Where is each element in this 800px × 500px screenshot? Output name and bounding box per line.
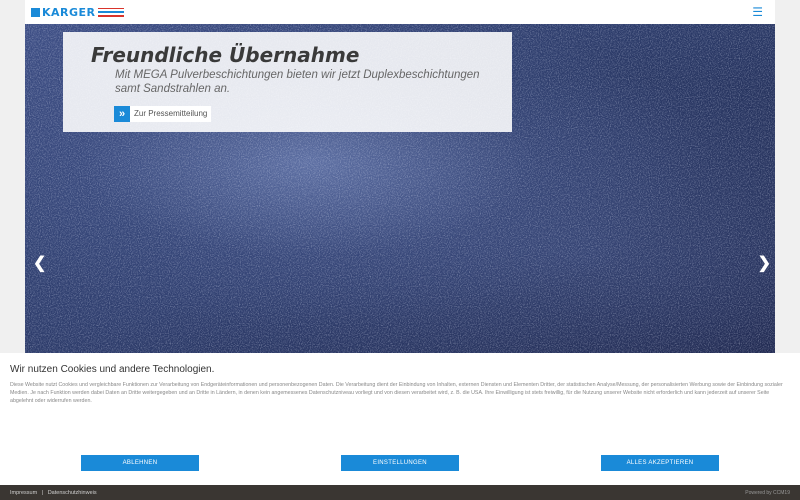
logo-square bbox=[31, 7, 40, 17]
double-chevron-right-icon: » bbox=[114, 106, 130, 122]
logo-stripe-blue bbox=[97, 11, 124, 13]
impressum-link[interactable]: Impressum bbox=[10, 490, 37, 496]
powered-by: Powered by CCM19 bbox=[745, 489, 790, 496]
cookie-text: Diese Website nutzt Cookies und vergleic… bbox=[10, 382, 783, 404]
settings-button[interactable]: EINSTELLUNGEN bbox=[341, 455, 459, 471]
slide-title: Freundliche Übernahme bbox=[91, 43, 360, 67]
press-release-label: Zur Pressemitteilung bbox=[134, 109, 208, 118]
page: KARGER ☰ Freundliche Übernahme Mit MEGA … bbox=[0, 0, 800, 500]
cookie-footer: Impressum | Datenschutzhinweis Powered b… bbox=[0, 485, 800, 500]
privacy-link[interactable]: Datenschutzhinweis bbox=[48, 490, 97, 496]
accept-all-button[interactable]: ALLES AKZEPTIEREN bbox=[601, 455, 719, 471]
chevron-right-icon[interactable]: ❯ bbox=[758, 256, 771, 272]
logo-stripes bbox=[97, 7, 124, 18]
press-release-link[interactable]: » Zur Pressemitteilung bbox=[114, 106, 212, 122]
site-header: KARGER ☰ bbox=[25, 0, 775, 24]
karger-logo[interactable]: KARGER bbox=[31, 5, 124, 19]
footer-links: Impressum | Datenschutzhinweis bbox=[10, 490, 97, 496]
logo-stripe-red bbox=[97, 7, 124, 10]
hero-slider: Freundliche Übernahme Mit MEGA Pulverbes… bbox=[25, 24, 775, 354]
hamburger-menu-icon[interactable]: ☰ bbox=[752, 6, 763, 18]
cookie-banner: Wir nutzen Cookies und andere Technologi… bbox=[0, 353, 800, 485]
cookie-title: Wir nutzen Cookies und andere Technologi… bbox=[10, 364, 215, 375]
logo-text: KARGER bbox=[42, 5, 96, 19]
logo-stripe-red bbox=[97, 14, 124, 17]
slide-caption: Freundliche Übernahme Mit MEGA Pulverbes… bbox=[63, 32, 512, 132]
footer-separator: | bbox=[41, 489, 44, 496]
decline-button[interactable]: ABLEHNEN bbox=[81, 455, 199, 471]
chevron-left-icon[interactable]: ❮ bbox=[33, 256, 46, 272]
slide-text: Mit MEGA Pulverbeschichtungen bieten wir… bbox=[115, 69, 480, 95]
